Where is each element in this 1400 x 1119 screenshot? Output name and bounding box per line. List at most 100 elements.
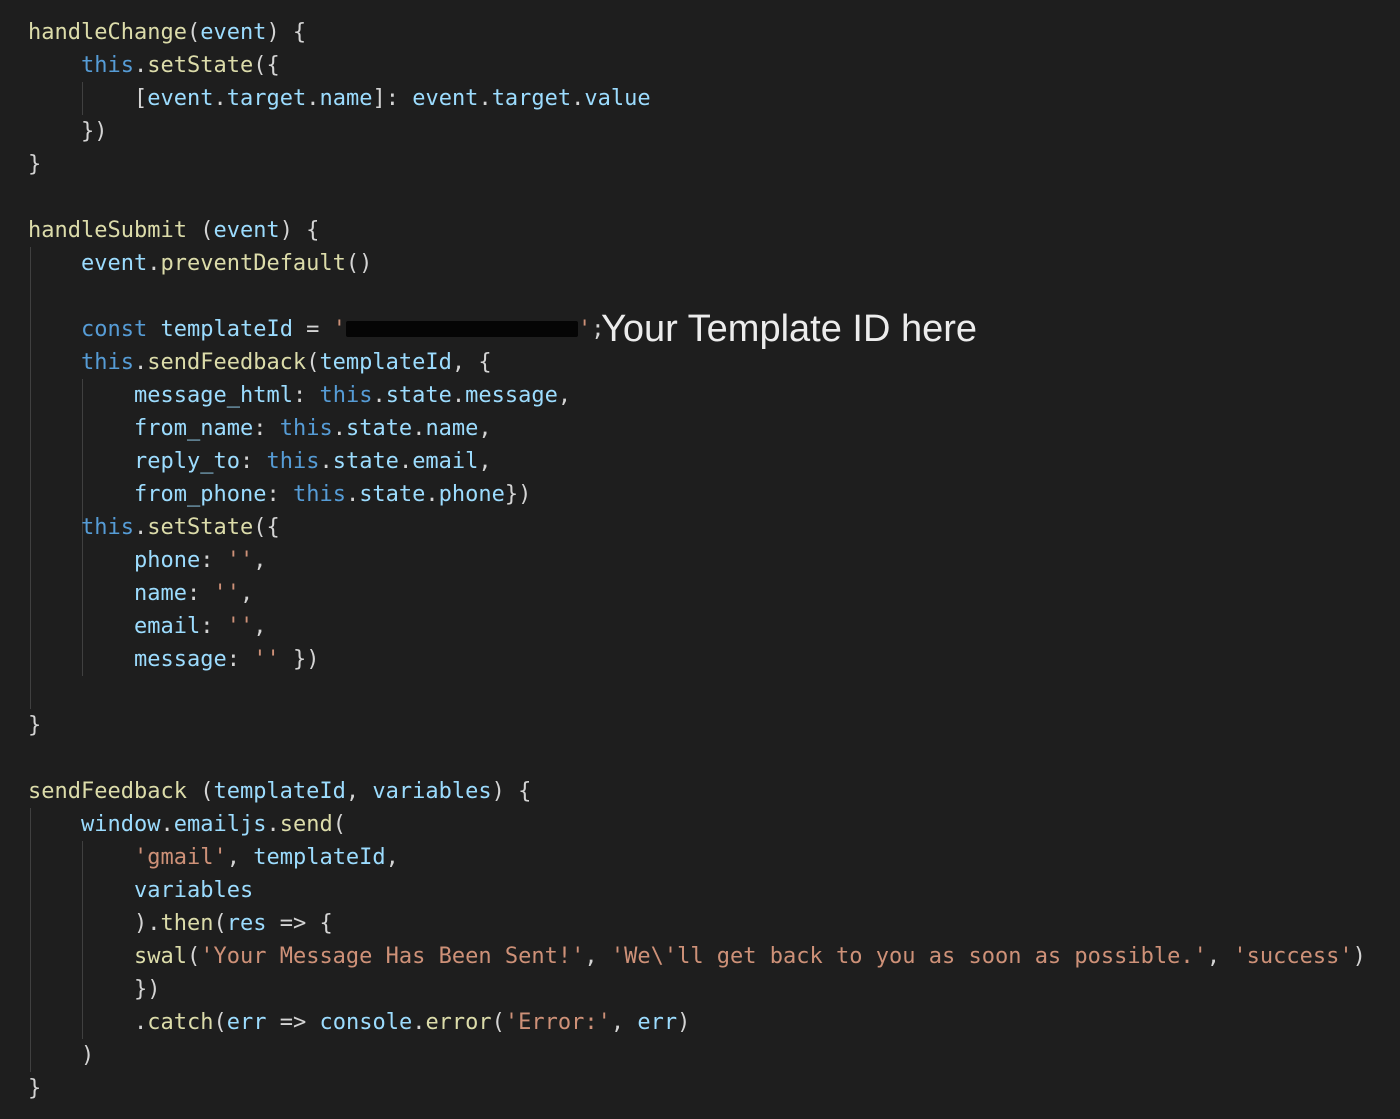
code-token: variables — [134, 878, 254, 903]
code-line: .catch(err => console.error('Error:', er… — [134, 1006, 690, 1039]
indent-guide — [82, 82, 83, 115]
code-token: state — [345, 416, 413, 441]
code-token: ) — [1352, 944, 1366, 969]
code-token: message_html — [134, 383, 293, 408]
code-token: 'Error:' — [504, 1010, 611, 1035]
code-token: handleChange — [28, 20, 187, 45]
code-token: . — [451, 383, 466, 408]
code-token: templateId — [319, 350, 452, 375]
code-token: : — [200, 614, 227, 639]
code-line: variables — [134, 874, 253, 907]
code-token: . — [133, 515, 148, 540]
code-token: . — [425, 482, 439, 507]
code-token: 'gmail' — [134, 845, 227, 870]
code-token: setState — [147, 515, 254, 540]
code-token: err — [226, 1010, 267, 1035]
code-token: this — [279, 416, 333, 441]
code-token: , { — [451, 350, 492, 375]
code-token: ({ — [253, 515, 280, 540]
code-token: } — [28, 1076, 42, 1101]
code-token: ( — [306, 350, 320, 375]
code-token: target — [491, 86, 572, 111]
code-token: this — [292, 482, 346, 507]
code-token: sendFeedback — [28, 779, 187, 804]
code-token: . — [147, 251, 161, 276]
code-token: event — [81, 251, 148, 276]
code-line: message: '' }) — [134, 643, 319, 676]
code-token: window — [81, 812, 161, 837]
code-token: name — [134, 581, 187, 606]
code-token: 'success' — [1233, 944, 1353, 969]
code-token: , — [385, 845, 399, 870]
code-token: message — [465, 383, 558, 408]
code-token: ]: — [372, 86, 413, 111]
code-line: ).then(res => { — [134, 907, 333, 940]
code-token: handleSubmit — [28, 218, 187, 243]
code-token: from_phone — [134, 482, 267, 507]
code-line: window.emailjs.send( — [81, 808, 346, 841]
code-token: , — [584, 944, 611, 969]
code-token: }) — [504, 482, 532, 507]
code-token: reply_to — [134, 449, 240, 474]
code-token: '' — [226, 614, 254, 639]
code-token: emailjs — [173, 812, 267, 837]
code-token: }) — [81, 119, 108, 144]
code-token: : — [292, 383, 320, 408]
code-token: value — [584, 86, 651, 111]
code-token: sendFeedback — [147, 350, 307, 375]
code-token: ' — [332, 317, 346, 342]
code-line: from_name: this.state.name, — [134, 412, 492, 445]
code-token: event — [200, 20, 267, 45]
code-token: ( — [491, 1010, 505, 1035]
code-token: state — [359, 482, 426, 507]
code-token: then — [160, 911, 214, 936]
code-token: , — [253, 614, 267, 639]
code-token: phone — [134, 548, 201, 573]
code-token: : — [266, 482, 293, 507]
code-token: } — [28, 152, 42, 177]
code-line: }) — [81, 115, 108, 148]
code-token: '' — [253, 647, 280, 672]
code-line: reply_to: this.state.email, — [134, 445, 492, 478]
template-id-annotation: Your Template ID here — [601, 308, 978, 350]
code-token: ) { — [266, 20, 307, 45]
code-token: . — [134, 1010, 148, 1035]
code-token: this — [81, 53, 134, 78]
code-editor[interactable]: handleChange(event) {this.setState({[eve… — [0, 0, 1400, 1119]
code-token: message — [134, 647, 227, 672]
code-token: '' — [213, 581, 240, 606]
code-token: , — [478, 449, 492, 474]
code-token: . — [133, 350, 148, 375]
code-token: , — [226, 845, 254, 870]
code-token: . — [306, 86, 320, 111]
code-token: => { — [266, 911, 333, 936]
code-token: ( — [213, 1010, 227, 1035]
code-token: . — [332, 416, 346, 441]
code-token: . — [398, 449, 413, 474]
code-token: setState — [147, 53, 254, 78]
code-token: console — [319, 1010, 413, 1035]
code-token: templateId — [253, 845, 386, 870]
code-token: = — [292, 317, 333, 342]
code-token: ' — [577, 317, 592, 342]
code-token: event — [147, 86, 214, 111]
code-line: message_html: this.state.message, — [134, 379, 571, 412]
code-token: name — [425, 416, 479, 441]
code-token: ( — [213, 911, 227, 936]
code-token: phone — [438, 482, 505, 507]
code-token: . — [319, 449, 333, 474]
code-line: }) — [134, 973, 161, 1006]
code-line: ) — [81, 1039, 94, 1072]
code-line: 'gmail', templateId, — [134, 841, 399, 874]
code-token: catch — [147, 1010, 214, 1035]
code-token: , — [253, 548, 267, 573]
code-line: sendFeedback (templateId, variables) { — [28, 775, 531, 808]
code-token: send — [279, 812, 333, 837]
code-token: ( — [186, 944, 201, 969]
code-token: . — [133, 53, 148, 78]
code-token: . — [372, 383, 386, 408]
code-token: event — [412, 86, 479, 111]
code-line: } — [28, 1072, 41, 1105]
code-token: } — [28, 713, 42, 738]
